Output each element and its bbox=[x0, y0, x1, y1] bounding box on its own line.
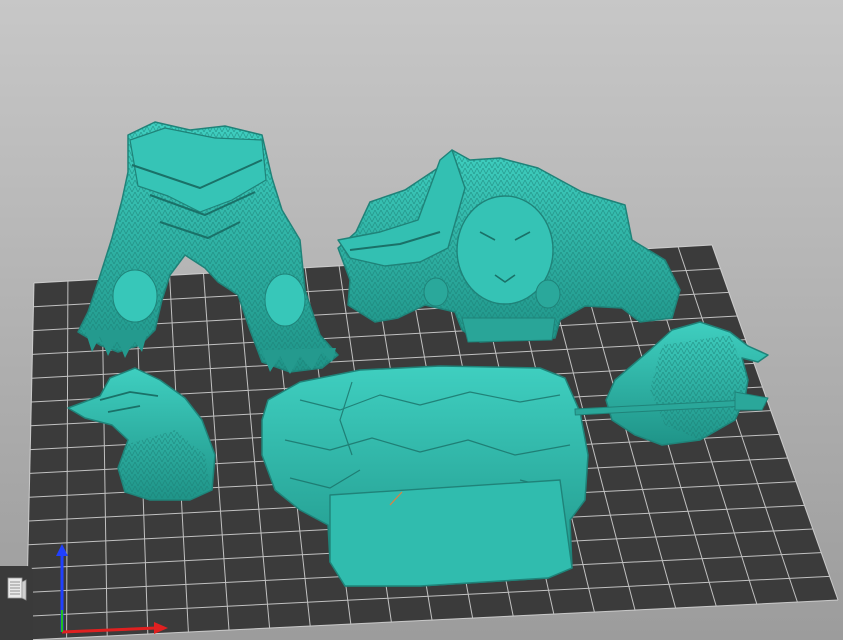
x-axis bbox=[61, 626, 157, 634]
bear-torso-part[interactable] bbox=[337, 149, 681, 343]
x-axis-arrow bbox=[154, 622, 168, 634]
axes-gizmo bbox=[56, 544, 168, 634]
layers-icon bbox=[7, 577, 26, 601]
3d-viewport[interactable] bbox=[0, 0, 843, 640]
z-axis-arrow bbox=[56, 544, 68, 556]
layers-view-button[interactable] bbox=[0, 566, 33, 640]
